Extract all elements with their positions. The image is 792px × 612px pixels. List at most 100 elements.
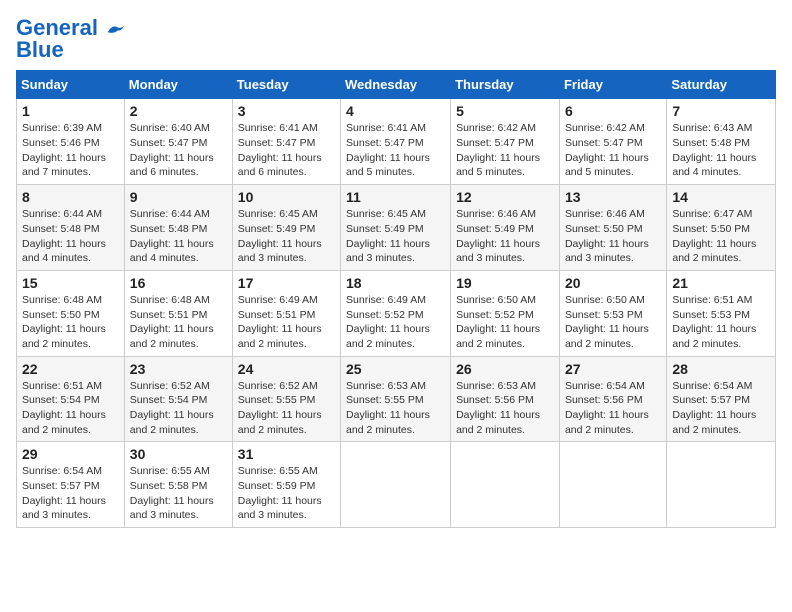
day-info: Sunrise: 6:46 AMSunset: 5:49 PMDaylight:…: [456, 208, 540, 264]
calendar-cell: 30 Sunrise: 6:55 AMSunset: 5:58 PMDaylig…: [124, 442, 232, 528]
calendar-cell: 13 Sunrise: 6:46 AMSunset: 5:50 PMDaylig…: [559, 185, 666, 271]
day-number: 9: [130, 189, 227, 205]
day-info: Sunrise: 6:41 AMSunset: 5:47 PMDaylight:…: [238, 122, 322, 178]
calendar-cell: 16 Sunrise: 6:48 AMSunset: 5:51 PMDaylig…: [124, 270, 232, 356]
day-info: Sunrise: 6:42 AMSunset: 5:47 PMDaylight:…: [456, 122, 540, 178]
calendar-week-row: 29 Sunrise: 6:54 AMSunset: 5:57 PMDaylig…: [17, 442, 776, 528]
day-number: 30: [130, 446, 227, 462]
calendar-cell: 27 Sunrise: 6:54 AMSunset: 5:56 PMDaylig…: [559, 356, 666, 442]
calendar-cell: 21 Sunrise: 6:51 AMSunset: 5:53 PMDaylig…: [667, 270, 776, 356]
calendar-cell: 18 Sunrise: 6:49 AMSunset: 5:52 PMDaylig…: [341, 270, 451, 356]
weekday-header: Tuesday: [232, 71, 340, 99]
day-number: 5: [456, 103, 554, 119]
calendar-header-row: SundayMondayTuesdayWednesdayThursdayFrid…: [17, 71, 776, 99]
day-info: Sunrise: 6:44 AMSunset: 5:48 PMDaylight:…: [130, 208, 214, 264]
day-info: Sunrise: 6:50 AMSunset: 5:52 PMDaylight:…: [456, 294, 540, 350]
day-info: Sunrise: 6:55 AMSunset: 5:59 PMDaylight:…: [238, 465, 322, 521]
day-info: Sunrise: 6:52 AMSunset: 5:54 PMDaylight:…: [130, 380, 214, 436]
day-number: 19: [456, 275, 554, 291]
day-number: 8: [22, 189, 119, 205]
day-number: 24: [238, 361, 335, 377]
day-number: 13: [565, 189, 661, 205]
calendar-cell: [341, 442, 451, 528]
calendar-cell: [667, 442, 776, 528]
page-header: General Blue: [16, 16, 776, 62]
day-number: 16: [130, 275, 227, 291]
day-info: Sunrise: 6:46 AMSunset: 5:50 PMDaylight:…: [565, 208, 649, 264]
day-number: 2: [130, 103, 227, 119]
day-number: 25: [346, 361, 445, 377]
day-number: 1: [22, 103, 119, 119]
day-info: Sunrise: 6:40 AMSunset: 5:47 PMDaylight:…: [130, 122, 214, 178]
weekday-header: Wednesday: [341, 71, 451, 99]
day-info: Sunrise: 6:54 AMSunset: 5:57 PMDaylight:…: [22, 465, 106, 521]
day-info: Sunrise: 6:54 AMSunset: 5:57 PMDaylight:…: [672, 380, 756, 436]
day-info: Sunrise: 6:44 AMSunset: 5:48 PMDaylight:…: [22, 208, 106, 264]
day-info: Sunrise: 6:47 AMSunset: 5:50 PMDaylight:…: [672, 208, 756, 264]
day-info: Sunrise: 6:43 AMSunset: 5:48 PMDaylight:…: [672, 122, 756, 178]
calendar-cell: 7 Sunrise: 6:43 AMSunset: 5:48 PMDayligh…: [667, 99, 776, 185]
calendar-cell: 1 Sunrise: 6:39 AMSunset: 5:46 PMDayligh…: [17, 99, 125, 185]
calendar-cell: 2 Sunrise: 6:40 AMSunset: 5:47 PMDayligh…: [124, 99, 232, 185]
calendar-cell: 14 Sunrise: 6:47 AMSunset: 5:50 PMDaylig…: [667, 185, 776, 271]
calendar-body: 1 Sunrise: 6:39 AMSunset: 5:46 PMDayligh…: [17, 99, 776, 528]
day-info: Sunrise: 6:42 AMSunset: 5:47 PMDaylight:…: [565, 122, 649, 178]
day-number: 6: [565, 103, 661, 119]
day-number: 23: [130, 361, 227, 377]
day-number: 21: [672, 275, 770, 291]
calendar-cell: [451, 442, 560, 528]
calendar-cell: 3 Sunrise: 6:41 AMSunset: 5:47 PMDayligh…: [232, 99, 340, 185]
calendar-table: SundayMondayTuesdayWednesdayThursdayFrid…: [16, 70, 776, 528]
calendar-cell: 20 Sunrise: 6:50 AMSunset: 5:53 PMDaylig…: [559, 270, 666, 356]
day-info: Sunrise: 6:51 AMSunset: 5:54 PMDaylight:…: [22, 380, 106, 436]
day-number: 31: [238, 446, 335, 462]
day-info: Sunrise: 6:48 AMSunset: 5:50 PMDaylight:…: [22, 294, 106, 350]
calendar-week-row: 15 Sunrise: 6:48 AMSunset: 5:50 PMDaylig…: [17, 270, 776, 356]
day-info: Sunrise: 6:51 AMSunset: 5:53 PMDaylight:…: [672, 294, 756, 350]
weekday-header: Sunday: [17, 71, 125, 99]
calendar-cell: 10 Sunrise: 6:45 AMSunset: 5:49 PMDaylig…: [232, 185, 340, 271]
calendar-cell: [559, 442, 666, 528]
day-info: Sunrise: 6:45 AMSunset: 5:49 PMDaylight:…: [238, 208, 322, 264]
weekday-header: Thursday: [451, 71, 560, 99]
calendar-cell: 9 Sunrise: 6:44 AMSunset: 5:48 PMDayligh…: [124, 185, 232, 271]
calendar-cell: 22 Sunrise: 6:51 AMSunset: 5:54 PMDaylig…: [17, 356, 125, 442]
day-number: 26: [456, 361, 554, 377]
day-number: 29: [22, 446, 119, 462]
calendar-cell: 31 Sunrise: 6:55 AMSunset: 5:59 PMDaylig…: [232, 442, 340, 528]
calendar-cell: 5 Sunrise: 6:42 AMSunset: 5:47 PMDayligh…: [451, 99, 560, 185]
day-info: Sunrise: 6:55 AMSunset: 5:58 PMDaylight:…: [130, 465, 214, 521]
day-number: 17: [238, 275, 335, 291]
day-info: Sunrise: 6:52 AMSunset: 5:55 PMDaylight:…: [238, 380, 322, 436]
day-info: Sunrise: 6:48 AMSunset: 5:51 PMDaylight:…: [130, 294, 214, 350]
calendar-cell: 12 Sunrise: 6:46 AMSunset: 5:49 PMDaylig…: [451, 185, 560, 271]
calendar-cell: 23 Sunrise: 6:52 AMSunset: 5:54 PMDaylig…: [124, 356, 232, 442]
day-info: Sunrise: 6:53 AMSunset: 5:55 PMDaylight:…: [346, 380, 430, 436]
day-number: 12: [456, 189, 554, 205]
day-info: Sunrise: 6:49 AMSunset: 5:51 PMDaylight:…: [238, 294, 322, 350]
day-number: 15: [22, 275, 119, 291]
calendar-cell: 28 Sunrise: 6:54 AMSunset: 5:57 PMDaylig…: [667, 356, 776, 442]
calendar-cell: 29 Sunrise: 6:54 AMSunset: 5:57 PMDaylig…: [17, 442, 125, 528]
day-info: Sunrise: 6:41 AMSunset: 5:47 PMDaylight:…: [346, 122, 430, 178]
day-info: Sunrise: 6:49 AMSunset: 5:52 PMDaylight:…: [346, 294, 430, 350]
day-number: 20: [565, 275, 661, 291]
day-number: 3: [238, 103, 335, 119]
day-number: 18: [346, 275, 445, 291]
day-number: 28: [672, 361, 770, 377]
day-number: 10: [238, 189, 335, 205]
calendar-cell: 8 Sunrise: 6:44 AMSunset: 5:48 PMDayligh…: [17, 185, 125, 271]
day-info: Sunrise: 6:50 AMSunset: 5:53 PMDaylight:…: [565, 294, 649, 350]
day-number: 7: [672, 103, 770, 119]
day-number: 11: [346, 189, 445, 205]
calendar-cell: 6 Sunrise: 6:42 AMSunset: 5:47 PMDayligh…: [559, 99, 666, 185]
calendar-cell: 19 Sunrise: 6:50 AMSunset: 5:52 PMDaylig…: [451, 270, 560, 356]
weekday-header: Friday: [559, 71, 666, 99]
calendar-week-row: 1 Sunrise: 6:39 AMSunset: 5:46 PMDayligh…: [17, 99, 776, 185]
day-number: 22: [22, 361, 119, 377]
weekday-header: Saturday: [667, 71, 776, 99]
calendar-week-row: 22 Sunrise: 6:51 AMSunset: 5:54 PMDaylig…: [17, 356, 776, 442]
calendar-cell: 15 Sunrise: 6:48 AMSunset: 5:50 PMDaylig…: [17, 270, 125, 356]
day-info: Sunrise: 6:54 AMSunset: 5:56 PMDaylight:…: [565, 380, 649, 436]
day-info: Sunrise: 6:53 AMSunset: 5:56 PMDaylight:…: [456, 380, 540, 436]
